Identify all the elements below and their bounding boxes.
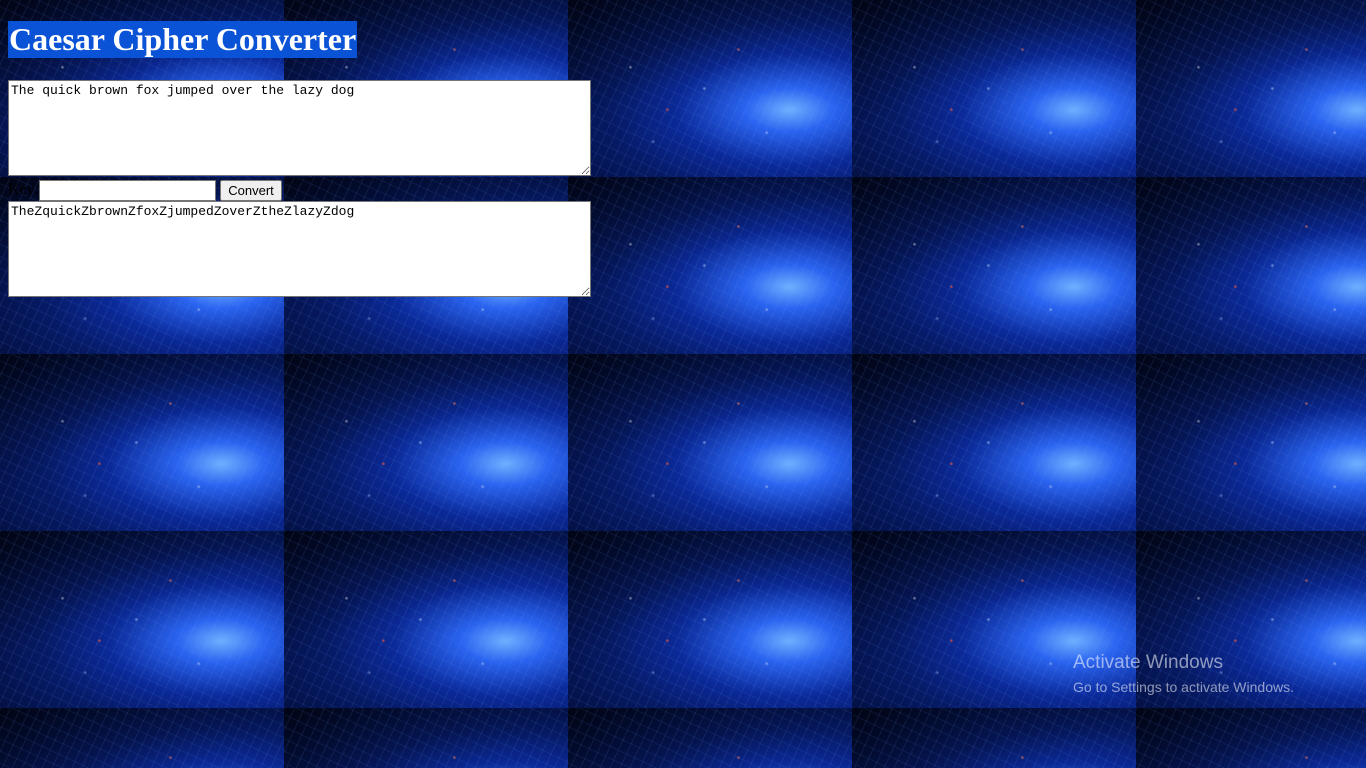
key-label: Key: <box>8 181 40 198</box>
ciphertext-output[interactable]: TheZquickZbrownZfoxZjumpedZoverZtheZlazy… <box>8 201 591 297</box>
page-title: Caesar Cipher Converter <box>8 21 358 58</box>
page-background: { "page": { "title": "Caesar Cipher Conv… <box>0 0 1366 768</box>
watermark-title: Activate Windows <box>1073 652 1223 673</box>
plaintext-input[interactable]: The quick brown fox jumped over the lazy… <box>8 80 591 176</box>
watermark-subtitle: Go to Settings to activate Windows. <box>1073 679 1294 695</box>
key-input[interactable] <box>39 180 216 201</box>
convert-button[interactable]: Convert <box>220 180 282 201</box>
windows-activation-watermark: Activate Windows Go to Settings to activ… <box>1073 652 1294 696</box>
